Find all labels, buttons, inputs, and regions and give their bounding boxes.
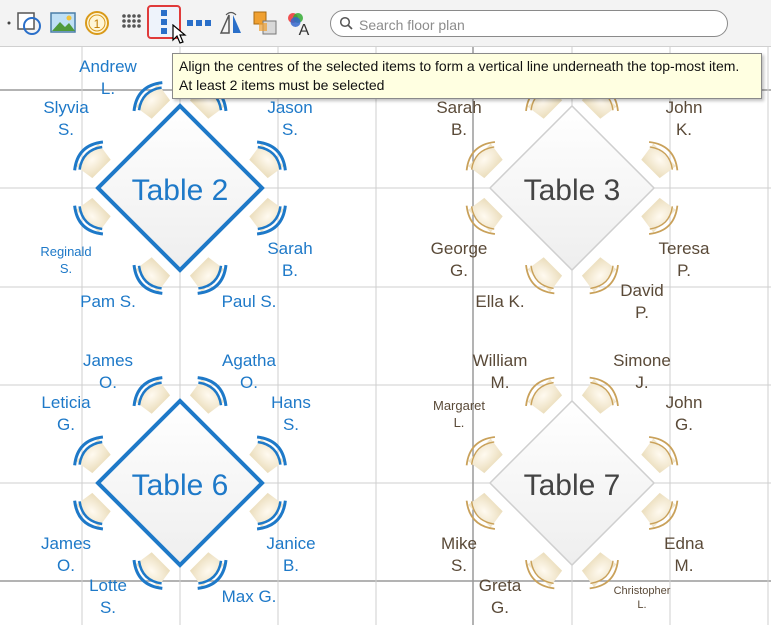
table-label: Table 7 xyxy=(524,469,621,502)
guest-label[interactable]: Mike S. xyxy=(441,533,477,577)
table-6[interactable]: Table 6 xyxy=(67,370,293,596)
floor-plan-canvas[interactable]: Table 2 Table 3 Table 6 Table 7 xyxy=(0,47,771,625)
image-icon[interactable] xyxy=(48,7,78,39)
guest-label[interactable]: Jason S. xyxy=(267,97,312,141)
guest-label[interactable]: Teresa P. xyxy=(658,238,709,282)
svg-text:A: A xyxy=(299,22,310,37)
grid-lines xyxy=(0,47,771,625)
svg-text:1: 1 xyxy=(94,17,101,31)
guest-label[interactable]: David P. xyxy=(620,280,663,324)
guest-label[interactable]: Hans S. xyxy=(271,392,311,436)
floor-plan-drawing: Table 2 Table 3 Table 6 Table 7 xyxy=(0,47,771,625)
align-horizontal-icon[interactable] xyxy=(184,7,214,39)
tooltip-line: Align the centres of the selected items … xyxy=(179,58,740,74)
grid-dots-icon[interactable] xyxy=(116,7,146,39)
guest-label[interactable]: John G. xyxy=(666,392,703,436)
table-label: Table 6 xyxy=(132,469,229,502)
guest-label[interactable]: Greta G. xyxy=(479,575,522,619)
guest-label[interactable]: George G. xyxy=(431,238,488,282)
table-label: Table 3 xyxy=(524,174,621,207)
guest-label[interactable]: Agatha O. xyxy=(222,350,276,394)
table-2[interactable]: Table 2 xyxy=(67,75,293,301)
guest-label[interactable]: Christopher L. xyxy=(614,584,671,612)
table-3[interactable]: Table 3 xyxy=(460,76,684,300)
guest-label[interactable]: Andrew L. xyxy=(79,56,137,100)
table-7[interactable]: Table 7 xyxy=(460,371,684,595)
number-badge-icon[interactable]: 1 xyxy=(82,7,112,39)
flip-icon[interactable] xyxy=(216,7,246,39)
search-box[interactable] xyxy=(330,10,728,37)
align-vertical-icon xyxy=(161,10,167,34)
guest-label[interactable]: Paul S. xyxy=(222,291,277,313)
guest-label[interactable]: Sarah B. xyxy=(267,238,312,282)
toolbar: 1 A xyxy=(0,0,771,47)
guest-label[interactable]: Edna M. xyxy=(664,533,704,577)
color-text-icon[interactable]: A xyxy=(284,7,314,39)
guest-label[interactable]: Simone J. xyxy=(613,350,671,394)
guest-label[interactable]: Leticia G. xyxy=(41,392,90,436)
shape-tools-icon[interactable] xyxy=(14,7,44,39)
guest-label[interactable]: James O. xyxy=(41,533,91,577)
search-icon xyxy=(339,16,353,30)
guest-label[interactable]: Max G. xyxy=(222,586,277,608)
tooltip-line: At least 2 items must be selected xyxy=(179,77,385,93)
arrange-icon[interactable] xyxy=(250,7,280,39)
guest-label[interactable]: James O. xyxy=(83,350,133,394)
guest-label[interactable]: Pam S. xyxy=(80,291,136,313)
guest-label[interactable]: William M. xyxy=(473,350,528,394)
guest-label[interactable]: Lotte S. xyxy=(89,575,127,619)
guest-label[interactable]: Margaret L. xyxy=(433,397,485,431)
guest-label[interactable]: Janice B. xyxy=(266,533,315,577)
guest-label[interactable]: Ella K. xyxy=(475,291,524,313)
guest-label[interactable]: Sarah B. xyxy=(436,97,481,141)
guest-label[interactable]: Reginald S. xyxy=(40,243,91,277)
tooltip: Align the centres of the selected items … xyxy=(172,53,762,99)
guest-label[interactable]: John K. xyxy=(666,97,703,141)
table-label: Table 2 xyxy=(132,174,229,207)
guest-label[interactable]: Slyvia S. xyxy=(43,97,88,141)
search-input[interactable] xyxy=(357,14,721,36)
